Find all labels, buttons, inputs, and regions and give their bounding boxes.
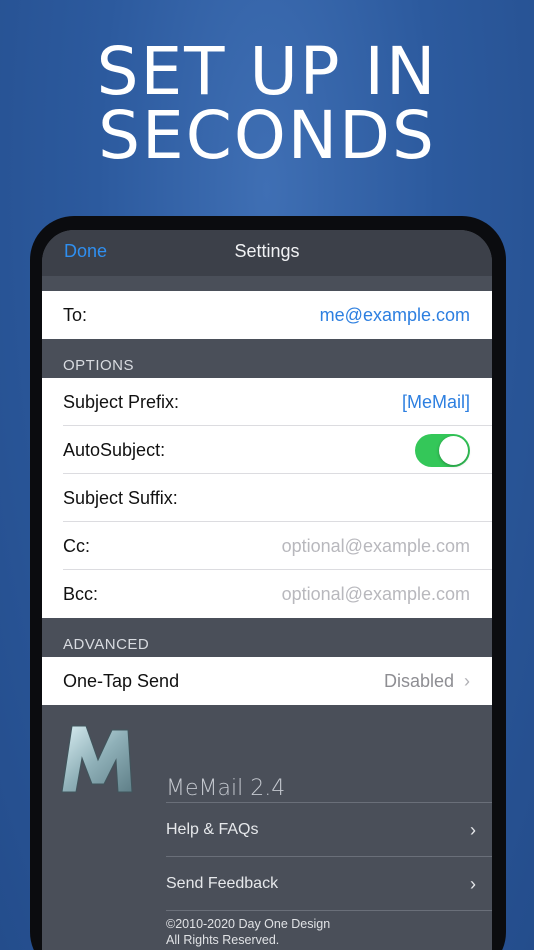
bcc-label: Bcc: — [63, 583, 99, 604]
send-feedback-link[interactable]: Send Feedback › — [166, 858, 476, 910]
copyright-text: ©2010-2020 Day One Design All Rights Res… — [166, 916, 330, 948]
one-tap-send-value: Disabled — [383, 670, 454, 691]
settings-screen: Settings Done To: me@example.com OPTIONS… — [42, 230, 492, 950]
nav-bar: Settings Done — [42, 230, 492, 276]
autosubject-toggle[interactable] — [415, 433, 470, 467]
send-feedback-label: Send Feedback — [166, 875, 279, 892]
cc-label: Cc: — [63, 535, 90, 556]
cc-field[interactable]: optional@example.com — [282, 536, 470, 557]
subject-suffix-label: Subject Suffix: — [63, 487, 178, 508]
memail-logo-icon — [61, 725, 133, 793]
nav-title: Settings — [234, 241, 300, 261]
bcc-row[interactable]: Bcc: optional@example.com — [42, 570, 492, 618]
help-faqs-link[interactable]: Help & FAQs › — [166, 804, 476, 856]
headline-line-1: SET UP IN — [96, 33, 438, 110]
cc-row[interactable]: Cc: optional@example.com — [42, 522, 492, 570]
subject-prefix-row[interactable]: Subject Prefix: [MeMail] — [42, 378, 492, 426]
copyright-line-1: ©2010-2020 Day One Design — [166, 917, 331, 931]
headline-line-2: SECONDS — [98, 97, 436, 174]
to-value[interactable]: me@example.com — [320, 305, 470, 326]
subject-suffix-row[interactable]: Subject Suffix: — [42, 474, 492, 522]
done-button[interactable]: Done — [64, 241, 107, 262]
autosubject-row: AutoSubject: — [42, 426, 492, 474]
copyright-line-2: All Rights Reserved. — [166, 933, 280, 947]
to-row[interactable]: To: me@example.com — [42, 291, 492, 339]
help-faqs-label: Help & FAQs — [166, 821, 259, 838]
chevron-right-icon: › — [470, 873, 476, 894]
about-divider — [166, 856, 492, 857]
advanced-section-header: ADVANCED — [63, 636, 150, 653]
subject-prefix-label: Subject Prefix: — [63, 391, 180, 412]
about-divider — [166, 910, 492, 911]
about-divider — [166, 802, 492, 803]
promo-headline: SET UP IN SECONDS — [0, 33, 534, 174]
to-label: To: — [63, 304, 88, 325]
bcc-field[interactable]: optional@example.com — [282, 584, 470, 605]
autosubject-label: AutoSubject: — [63, 439, 166, 460]
chevron-right-icon: › — [470, 819, 476, 840]
subject-prefix-value[interactable]: [MeMail] — [402, 392, 470, 413]
app-version-label: MeMail 2.4 — [166, 776, 286, 801]
chevron-right-icon: › — [464, 670, 470, 691]
one-tap-send-row[interactable]: One-Tap Send Disabled › — [42, 657, 492, 705]
options-section-header: OPTIONS — [63, 357, 135, 374]
one-tap-send-label: One-Tap Send — [63, 670, 180, 691]
toggle-knob — [439, 435, 468, 465]
